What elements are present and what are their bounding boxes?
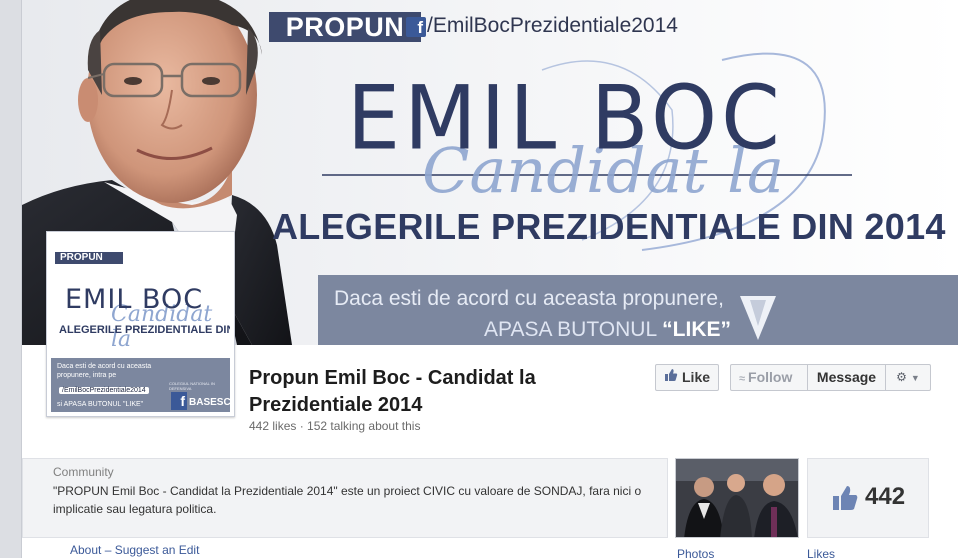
follow-button[interactable]: ≈ Follow	[731, 365, 808, 390]
photos-tile-label[interactable]: Photos	[677, 547, 714, 558]
cover-band-line2-prefix: APASA BUTONUL	[484, 318, 663, 341]
facebook-icon: f	[406, 17, 426, 37]
profile-pic-url: /EmilBocPrezidentiale2014	[59, 387, 149, 394]
profile-picture[interactable]: PROPUN Candidat la EMIL BOC ALEGERILE PR…	[46, 231, 235, 417]
cover-band-line2-bold: “LIKE”	[662, 318, 732, 341]
thumbs-up-icon	[664, 365, 678, 390]
profile-pic-label: PROPUN	[55, 252, 123, 264]
settings-dropdown-button[interactable]: ⚙ ▼	[886, 365, 930, 390]
profile-pic-small-text: COLEGIUL NATIONAL IN DEFENSIVA	[169, 381, 215, 391]
likes-count: 442	[865, 483, 906, 510]
profile-pic-basescu: BASESCU	[189, 397, 230, 408]
about-links[interactable]: About – Suggest an Edit	[70, 543, 199, 557]
cover-big-name: EMIL BOC	[347, 66, 784, 170]
cover-band-line2: APASA BUTONUL “LIKE”	[484, 318, 731, 342]
profile-pic-name: EMIL BOC	[65, 284, 204, 315]
follow-button-label: Follow	[748, 369, 793, 385]
photos-tile[interactable]	[675, 458, 799, 538]
page-actions-group: ≈ Follow Message ⚙ ▼	[730, 364, 931, 391]
likes-tile[interactable]: 442	[807, 458, 929, 538]
page-category[interactable]: Community	[53, 465, 114, 479]
gear-icon: ⚙	[896, 370, 907, 384]
likes-tile-label[interactable]: Likes	[807, 547, 835, 558]
left-sidebar-strip	[0, 0, 22, 558]
page-canvas: PROPUN f /EmilBocPrezidentiale2014 Candi…	[0, 0, 958, 558]
down-arrow-icon	[740, 296, 776, 340]
profile-pic-facebook-icon: f	[171, 392, 187, 410]
page-stats: 442 likes · 152 talking about this	[249, 419, 421, 433]
cover-election-title: ALEGERILE PREZIDENTIALE DIN 2014	[272, 206, 946, 247]
chevron-down-icon: ▼	[910, 373, 920, 383]
like-button[interactable]: Like	[655, 364, 719, 391]
cover-banner-label: PROPUN	[269, 12, 421, 42]
thumbs-up-icon	[833, 486, 858, 510]
profile-pic-text1: Daca esti de acord cu aceasta propunere,…	[57, 363, 152, 379]
about-box: Community "PROPUN Emil Boc - Candidat la…	[22, 458, 668, 538]
message-button[interactable]: Message	[808, 365, 886, 390]
like-button-label: Like	[682, 369, 711, 385]
profile-pic-election-title: ALEGERILE PREZIDENTIALE DIN 2014	[59, 324, 230, 336]
profile-picture-image: PROPUN Candidat la EMIL BOC ALEGERILE PR…	[51, 236, 230, 412]
cover-band-line1: Daca esti de acord cu aceasta propunere,	[334, 287, 724, 310]
profile-pic-text2: si APASA BUTONUL "LIKE"	[57, 401, 144, 408]
cover-fb-url: /EmilBocPrezidentiale2014	[427, 14, 678, 37]
page-description: "PROPUN Emil Boc - Candidat la Prezident…	[53, 484, 642, 516]
photos-thumbnail	[676, 459, 798, 537]
rss-icon: ≈	[739, 373, 746, 385]
page-title: Propun Emil Boc - Candidat la Prezidenti…	[249, 367, 536, 416]
